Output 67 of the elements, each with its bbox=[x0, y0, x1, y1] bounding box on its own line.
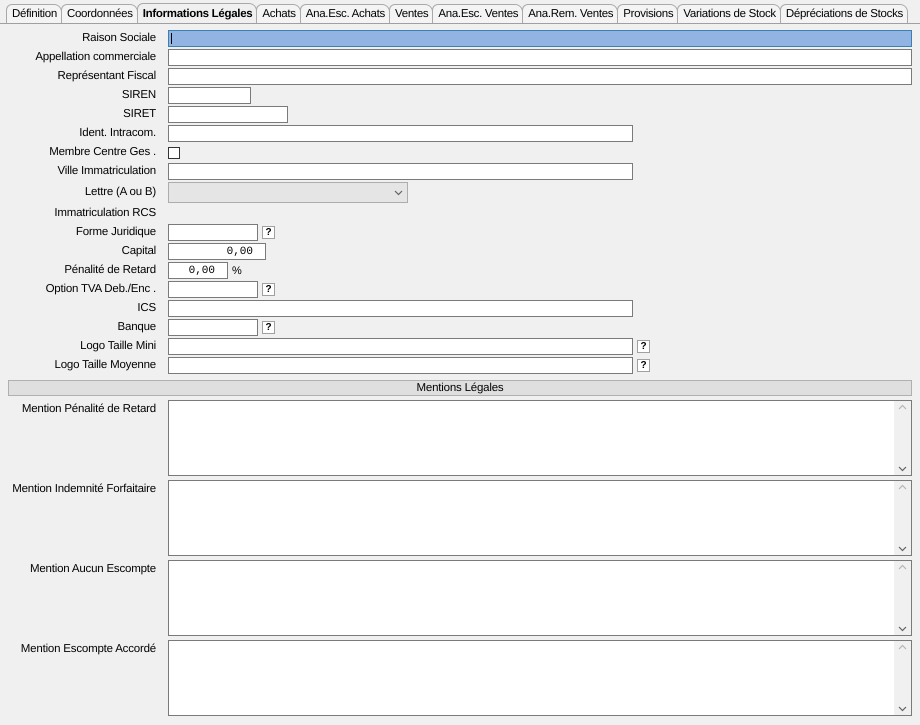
help-button[interactable]: ? bbox=[262, 283, 275, 296]
field-label: SIREN bbox=[120, 88, 156, 103]
tab[interactable]: Variations de Stock bbox=[677, 4, 781, 23]
field-label: Logo Taille Mini bbox=[79, 339, 156, 354]
input-field[interactable] bbox=[168, 106, 288, 123]
input-field[interactable] bbox=[168, 163, 633, 180]
help-button[interactable]: ? bbox=[637, 359, 650, 372]
input-field[interactable] bbox=[168, 357, 633, 374]
unit-label: % bbox=[232, 264, 242, 276]
text-area[interactable] bbox=[168, 560, 912, 636]
tab[interactable]: Achats bbox=[256, 4, 301, 23]
input-field[interactable] bbox=[168, 87, 251, 104]
chevron-down-icon[interactable] bbox=[898, 706, 907, 712]
input-field[interactable]: 0,00 bbox=[168, 262, 228, 279]
text-area[interactable] bbox=[168, 480, 912, 556]
tab[interactable]: Ana.Esc. Achats bbox=[300, 4, 390, 23]
field-label: Immatriculation RCS bbox=[53, 206, 156, 221]
field-label: Lettre (A ou B) bbox=[84, 185, 156, 200]
input-field[interactable]: 0,00 bbox=[168, 243, 266, 260]
scrollbar[interactable] bbox=[894, 561, 911, 635]
text-area[interactable] bbox=[168, 640, 912, 716]
chevron-down-icon[interactable] bbox=[898, 546, 907, 552]
field-label: Représentant Fiscal bbox=[56, 69, 156, 84]
field-label: Logo Taille Moyenne bbox=[54, 358, 156, 373]
field-label: SIRET bbox=[122, 107, 156, 122]
input-field[interactable] bbox=[168, 49, 912, 66]
input-field[interactable] bbox=[168, 281, 258, 298]
field-label: Forme Juridique bbox=[74, 225, 156, 240]
tab[interactable]: Ana.Rem. Ventes bbox=[522, 4, 618, 23]
text-area[interactable] bbox=[168, 400, 912, 476]
field-label: Ident. Intracom. bbox=[78, 126, 156, 141]
field-label: Mention Pénalité de Retard bbox=[20, 402, 156, 417]
field-label: Mention Escompte Accordé bbox=[20, 642, 156, 657]
tab[interactable]: Provisions bbox=[617, 4, 678, 23]
section-header: Mentions Légales bbox=[8, 380, 912, 396]
chevron-down-icon[interactable] bbox=[898, 626, 907, 632]
input-field[interactable] bbox=[168, 338, 633, 355]
field-label: Appellation commerciale bbox=[34, 50, 156, 65]
help-button[interactable]: ? bbox=[637, 340, 650, 353]
checkbox[interactable] bbox=[168, 146, 180, 158]
tab[interactable]: Ventes bbox=[389, 4, 434, 23]
field-label: Raison Sociale bbox=[81, 31, 156, 46]
input-field[interactable] bbox=[168, 319, 258, 336]
scrollbar[interactable] bbox=[894, 641, 911, 715]
field-label: Membre Centre Ges . bbox=[48, 145, 156, 160]
scrollbar[interactable] bbox=[894, 481, 911, 555]
input-field[interactable] bbox=[168, 125, 633, 142]
field-label: Ville Immatriculation bbox=[56, 164, 156, 179]
scrollbar[interactable] bbox=[894, 401, 911, 475]
field-label: Pénalité de Retard bbox=[63, 263, 156, 278]
field-label: ICS bbox=[136, 301, 156, 316]
field-label: Banque bbox=[116, 320, 156, 335]
input-field[interactable] bbox=[168, 224, 258, 241]
field-label: Option TVA Deb./Enc . bbox=[44, 282, 156, 297]
input-field[interactable] bbox=[168, 68, 912, 85]
tab[interactable]: Dépréciations de Stocks bbox=[780, 4, 908, 23]
input-field[interactable] bbox=[168, 30, 912, 47]
help-button[interactable]: ? bbox=[262, 226, 275, 239]
field-label: Capital bbox=[120, 244, 156, 259]
field-label: Mention Aucun Escompte bbox=[28, 562, 156, 577]
chevron-down-icon[interactable] bbox=[898, 466, 907, 472]
field-label: Mention Indemnité Forfaitaire bbox=[11, 482, 156, 497]
help-button[interactable]: ? bbox=[262, 321, 275, 334]
tab[interactable]: Ana.Esc. Ventes bbox=[432, 4, 524, 23]
tab[interactable]: Coordonnées bbox=[60, 4, 138, 23]
tab[interactable]: Définition bbox=[6, 4, 62, 23]
input-field[interactable] bbox=[168, 300, 633, 317]
